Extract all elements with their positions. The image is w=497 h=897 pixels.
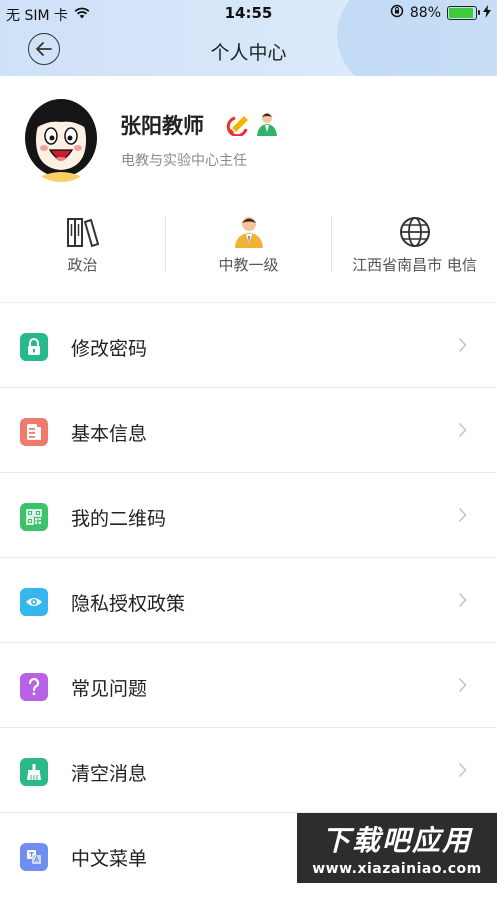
menu-item-label: 基本信息 bbox=[71, 423, 148, 445]
orientation-lock-icon bbox=[390, 4, 404, 22]
nav-bar: 个人中心 bbox=[0, 26, 497, 76]
battery-icon bbox=[447, 6, 480, 20]
menu-item-basic-info[interactable]: 基本信息 bbox=[0, 387, 497, 472]
menu-item-label: 中文菜单 bbox=[71, 848, 148, 870]
profile-stats: 政治 中教一级 江西省南昌市 电信 bbox=[0, 214, 497, 276]
menu-item-privacy-policy[interactable]: 隐私授权政策 bbox=[0, 557, 497, 642]
menu-item-clear-messages[interactable]: 清空消息 bbox=[0, 727, 497, 812]
stat-location: 江西省南昌市 电信 bbox=[332, 214, 497, 276]
stat-location-label: 江西省南昌市 电信 bbox=[352, 256, 477, 274]
menu-item-change-password[interactable]: 修改密码 bbox=[0, 302, 497, 387]
translate-icon bbox=[20, 843, 48, 871]
battery-fill bbox=[449, 8, 473, 18]
teacher-badge-icon bbox=[254, 110, 280, 140]
chevron-right-icon bbox=[458, 422, 467, 442]
page-title: 个人中心 bbox=[210, 42, 287, 64]
qrcode-icon bbox=[20, 503, 48, 531]
menu-item-label: 修改密码 bbox=[71, 338, 148, 360]
menu-item-label: 清空消息 bbox=[71, 763, 148, 785]
user-name: 张阳教师 bbox=[120, 114, 204, 138]
chevron-right-icon bbox=[458, 337, 467, 357]
stat-subject-label: 政治 bbox=[67, 256, 98, 274]
menu-item-qrcode[interactable]: 我的二维码 bbox=[0, 472, 497, 557]
watermark-title: 下载吧应用 bbox=[321, 824, 472, 857]
globe-icon bbox=[399, 214, 431, 248]
menu-item-label: 隐私授权政策 bbox=[71, 593, 186, 615]
status-right: 88% bbox=[390, 4, 491, 22]
stat-rank: 中教一级 bbox=[166, 214, 331, 276]
stat-rank-label: 中教一级 bbox=[218, 256, 279, 274]
party-emblem-icon bbox=[226, 110, 252, 140]
stat-subject: 政治 bbox=[0, 214, 165, 276]
chevron-right-icon bbox=[458, 592, 467, 612]
avatar[interactable] bbox=[22, 98, 100, 182]
badges bbox=[226, 110, 280, 140]
charging-icon bbox=[483, 4, 491, 22]
watermark: 下载吧应用 www.xiazainiao.com bbox=[297, 813, 497, 883]
chevron-right-icon bbox=[458, 677, 467, 697]
name-row: 张阳教师 bbox=[120, 110, 280, 140]
chevron-right-icon bbox=[458, 762, 467, 782]
menu-item-faq[interactable]: 常见问题 bbox=[0, 642, 497, 727]
books-icon bbox=[66, 214, 100, 248]
broom-icon bbox=[20, 758, 48, 786]
question-icon bbox=[20, 673, 48, 701]
chevron-right-icon bbox=[458, 507, 467, 527]
profile-card: 张阳教师 电教与实验中心主任 政治 中教一级 江西省南昌市 电信 bbox=[0, 76, 497, 302]
settings-menu: 修改密码 基本信息 我的二维码 隐私授权政策 常见问题 清空消息 中文菜单 bbox=[0, 302, 497, 897]
user-title: 电教与实验中心主任 bbox=[121, 153, 247, 169]
lock-icon bbox=[20, 333, 48, 361]
menu-item-label: 常见问题 bbox=[71, 678, 148, 700]
person-icon bbox=[232, 214, 266, 248]
battery-percent: 88% bbox=[409, 5, 441, 21]
menu-item-label: 我的二维码 bbox=[71, 508, 167, 530]
status-bar: 无 SIM 卡 14:55 88% bbox=[0, 0, 497, 26]
watermark-url: www.xiazainiao.com bbox=[312, 861, 482, 877]
document-icon bbox=[20, 418, 48, 446]
eye-icon bbox=[20, 588, 48, 616]
